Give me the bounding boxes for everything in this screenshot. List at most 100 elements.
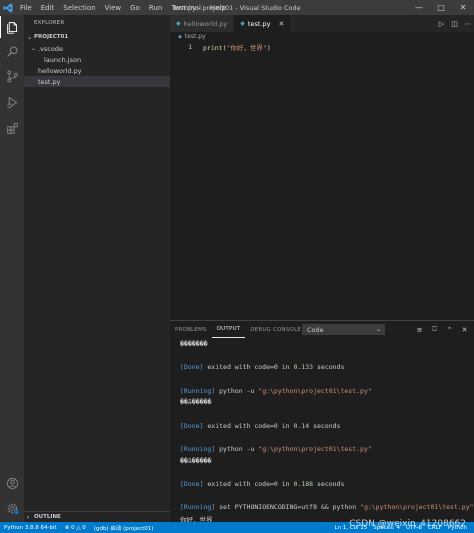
explorer-icon[interactable] [0, 16, 24, 38]
tree-item-vscode-folder[interactable]: ⌄ .vscode [24, 43, 170, 54]
output-running-tag: [Running] [180, 445, 216, 454]
output-exit-code: code=0 [254, 421, 278, 430]
extensions-icon[interactable] [0, 117, 24, 139]
output-running-tag: [Running] [180, 386, 216, 395]
output-line: ��ã����� [180, 455, 470, 467]
output-log[interactable]: ������� [Done] exited with code=0 in 0.13… [180, 338, 474, 533]
menu-item-terminal[interactable]: Terminal [167, 4, 206, 12]
project-folder-label: PROJECT01 [34, 34, 69, 40]
breadcrumb[interactable]: ◆ test.py [170, 32, 474, 41]
output-line: [Done] exited with code=0 in 0.14 second… [180, 420, 470, 432]
output-exit-code: code=0 [254, 363, 278, 372]
output-duration: 0.133 [293, 363, 314, 372]
output-text: seconds [313, 363, 345, 372]
chevron-down-icon: ⌄ [375, 326, 381, 333]
python-file-icon: ◆ [178, 33, 182, 40]
output-line: ������� [180, 338, 470, 350]
menu-item-run[interactable]: Run [145, 4, 167, 12]
output-duration: 0.14 [293, 421, 310, 430]
run-debug-icon[interactable] [0, 91, 24, 113]
menu-item-help[interactable]: Help [206, 4, 231, 12]
account-icon[interactable] [0, 472, 24, 494]
output-path: "g:\python\project01\test.py" [360, 503, 474, 512]
chevron-right-icon: › [27, 513, 30, 521]
tab-problems[interactable]: PROBLEMS [170, 321, 212, 338]
search-icon[interactable] [0, 40, 24, 62]
panel-actions: ≡ ⎕ ⌃ ✕ [412, 321, 472, 338]
sidebar-title: EXPLORER [34, 20, 65, 26]
output-line: [Running] python -u "g:\python\project01… [180, 385, 470, 397]
output-channel-select[interactable]: Code ⌄ [302, 324, 385, 335]
debug-config[interactable]: (gdb) 启动 (project01) [90, 524, 158, 532]
menu-item-go[interactable]: Go [126, 4, 145, 12]
menu-item-view[interactable]: View [101, 4, 127, 12]
settings-gear-icon[interactable] [0, 497, 24, 519]
output-channel-value: Code [307, 325, 324, 334]
watermark: CSDN @weixin_41208662 [349, 519, 466, 529]
python-interpreter[interactable]: Python 3.8.8 64-bit [0, 525, 61, 531]
menu-item-file[interactable]: File [16, 4, 37, 12]
lock-scroll-icon[interactable]: ⎕ [427, 325, 442, 334]
tree-item-test-py[interactable]: test.py [24, 76, 170, 87]
output-text: ������� [180, 339, 208, 348]
problems-count[interactable]: ⊗ 0 △ 0 [61, 525, 90, 531]
project-folder-header[interactable]: ⌄ PROJECT01 [24, 31, 170, 43]
tree-item-label: test.py [38, 77, 61, 86]
activity-bar [0, 15, 24, 522]
close-tab-icon[interactable]: ✕ [278, 20, 284, 28]
output-text: exited with [203, 480, 255, 489]
chevron-down-icon: ⌄ [31, 45, 37, 52]
output-done-tag: [Done] [180, 363, 204, 372]
menu-bar: File Edit Selection View Go Run Terminal Help [16, 0, 231, 15]
maximize-panel-icon[interactable]: ⌃ [442, 326, 457, 334]
explorer-sidebar: EXPLORER ⌄ PROJECT01 ⌄ .vscode launch.js… [24, 15, 170, 522]
output-done-tag: [Done] [180, 480, 204, 489]
output-running-tag: [Running] [180, 503, 216, 512]
close-icon[interactable]: ✕ [452, 0, 474, 15]
code-text: print("你好，世界") [203, 42, 271, 52]
output-text: exited with [203, 363, 255, 372]
source-control-icon[interactable] [0, 65, 24, 87]
tab-test-py[interactable]: ◆ test.py ✕ [234, 15, 292, 32]
output-line: [Done] exited with code=0 in 0.188 secon… [180, 478, 470, 490]
split-editor-icon[interactable]: ◫ [448, 20, 461, 28]
close-panel-icon[interactable]: ✕ [457, 326, 472, 334]
bottom-panel: PROBLEMS OUTPUT DEBUG CONSOLE Code ⌄ ≡ ⎕… [170, 320, 474, 524]
output-text: in [277, 421, 294, 430]
editor-tabs: ◆ helloworld.py ◆ test.py ✕ ▷ ◫ ⋯ [170, 15, 474, 32]
output-text: seconds [309, 421, 341, 430]
tree-item-helloworld-py[interactable]: helloworld.py [24, 65, 170, 76]
tab-debug-console[interactable]: DEBUG CONSOLE [245, 321, 306, 338]
output-command: python -u [215, 445, 259, 454]
code-function: print [203, 43, 223, 52]
code-paren-close: ) [266, 43, 271, 52]
output-text: in [277, 480, 294, 489]
minimize-icon[interactable]: — [408, 0, 430, 15]
output-path: "g:\python\project01\test.py" [258, 445, 372, 454]
output-command: set PYTHONIOENCODING=utf8 && python [215, 503, 361, 512]
tree-item-launch-json[interactable]: launch.json [24, 54, 170, 65]
menu-item-edit[interactable]: Edit [37, 4, 60, 12]
outline-section-header[interactable]: › OUTLINE [24, 511, 170, 522]
more-actions-icon[interactable]: ⋯ [461, 20, 474, 28]
title-bar: File Edit Selection View Go Run Terminal Help t… [0, 0, 474, 15]
run-file-icon[interactable]: ▷ [435, 20, 448, 28]
tab-output[interactable]: OUTPUT [211, 321, 246, 338]
code-line[interactable]: 1 print("你好，世界") [170, 41, 474, 52]
chevron-down-icon: ⌄ [27, 33, 33, 41]
tree-item-label: .vscode [38, 44, 63, 53]
clear-output-icon[interactable]: ≡ [412, 326, 427, 334]
output-duration: 0.188 [293, 480, 314, 489]
menu-item-selection[interactable]: Selection [59, 4, 100, 12]
outline-label: OUTLINE [34, 514, 61, 520]
output-command: python -u [215, 386, 259, 395]
line-number: 1 [188, 42, 192, 51]
tree-item-label: helloworld.py [38, 66, 82, 75]
maximize-icon[interactable]: □ [430, 0, 452, 15]
tab-helloworld-py[interactable]: ◆ helloworld.py [170, 15, 235, 32]
